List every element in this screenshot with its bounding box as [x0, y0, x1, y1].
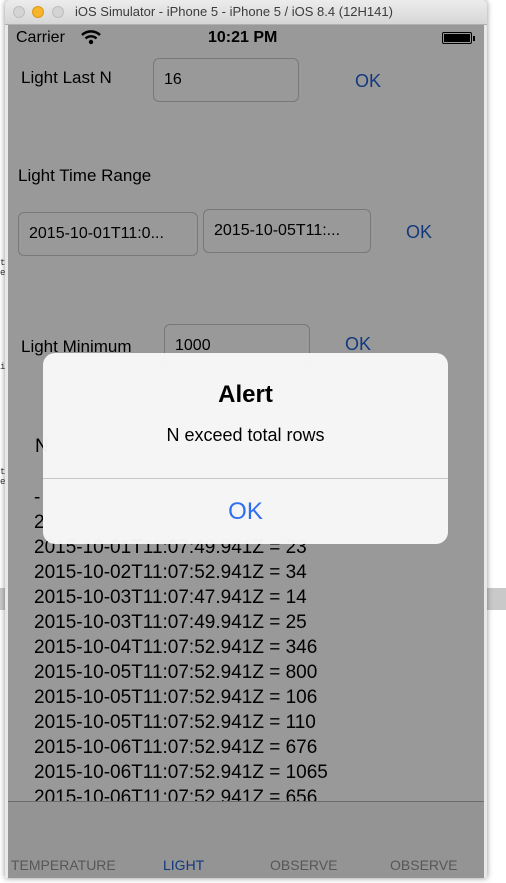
window-titlebar[interactable]: iOS Simulator - iPhone 5 - iPhone 5 / iO… — [5, 0, 487, 25]
alert-dialog: Alert N exceed total rows OK — [43, 353, 448, 544]
minimize-window-button[interactable] — [32, 6, 44, 18]
zoom-window-button[interactable] — [52, 6, 64, 18]
alert-message: N exceed total rows — [166, 425, 325, 445]
window-title: iOS Simulator - iPhone 5 - iPhone 5 / iO… — [75, 4, 393, 19]
alert-ok-button[interactable]: OK — [43, 479, 448, 544]
simulator-window: iOS Simulator - iPhone 5 - iPhone 5 / iO… — [5, 0, 487, 878]
alert-title: Alert — [218, 381, 273, 408]
device-screen: Carrier 10:21 PM Light Last N 16 OK Ligh… — [8, 25, 484, 878]
close-window-button[interactable] — [13, 6, 25, 18]
